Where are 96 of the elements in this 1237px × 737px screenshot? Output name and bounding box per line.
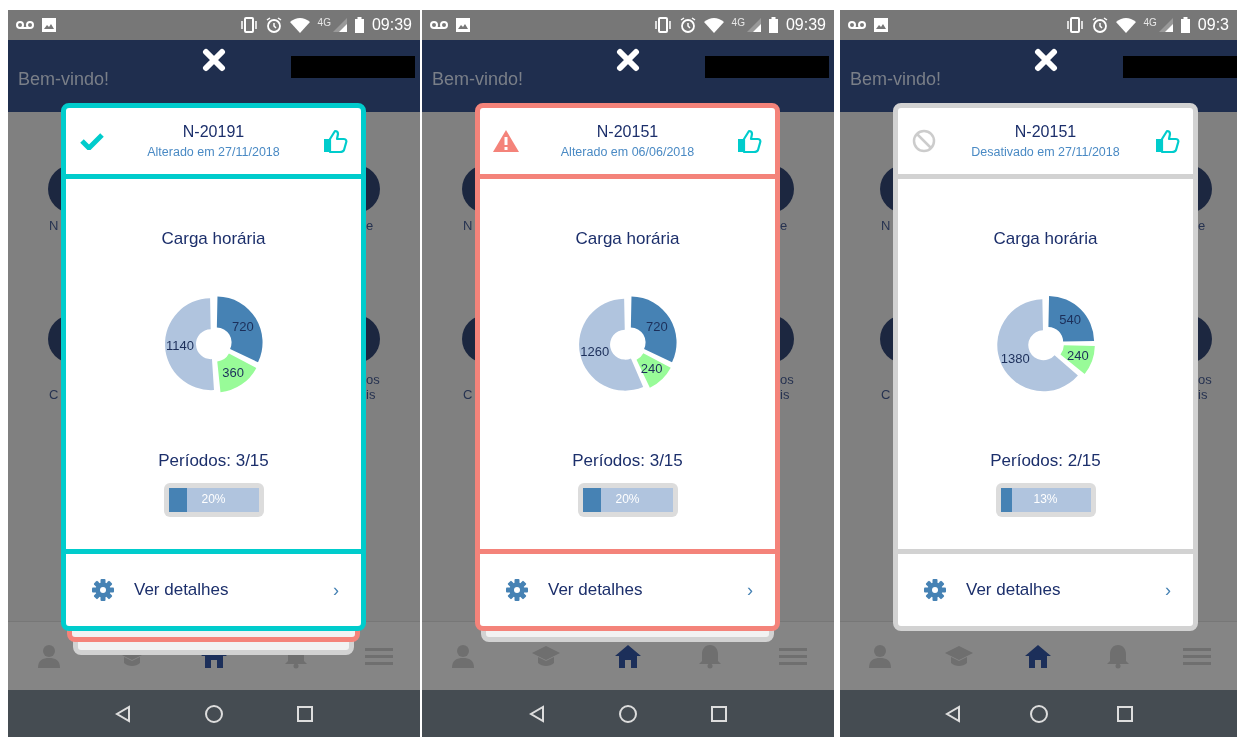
back-icon[interactable] xyxy=(115,704,131,723)
voicemail-icon xyxy=(848,20,866,30)
image-icon xyxy=(42,18,56,32)
course-code: N-20151 xyxy=(1014,123,1077,141)
chart-title: Carga horária xyxy=(575,229,680,249)
slice-value: 240 xyxy=(640,361,662,377)
slice-value: 720 xyxy=(645,318,668,334)
tile-label: is xyxy=(1198,387,1208,402)
tile-label: os xyxy=(1198,372,1212,387)
vibrate-icon xyxy=(239,17,258,33)
home-circle-icon[interactable] xyxy=(619,704,637,723)
close-icon[interactable] xyxy=(202,48,226,72)
welcome-title: Bem-vindo! xyxy=(850,68,942,90)
clock-time: 09:3 xyxy=(1197,16,1229,34)
details-link[interactable]: Ver detalhes › xyxy=(898,554,1193,626)
tile-label: is xyxy=(366,387,376,402)
thumbs-up-icon[interactable] xyxy=(1154,128,1180,154)
course-code: N-20191 xyxy=(182,123,245,141)
tile-label: is xyxy=(780,387,790,402)
course-code: N-20151 xyxy=(596,123,659,141)
chevron-icon: › xyxy=(1165,579,1171,601)
periods-count: Períodos: 2/15 xyxy=(990,451,1101,471)
image-icon xyxy=(874,18,888,32)
clock-time: 09:39 xyxy=(785,16,826,34)
tile-label: N xyxy=(49,218,59,233)
back-icon[interactable] xyxy=(944,704,961,723)
details-link[interactable]: Ver detalhes › xyxy=(480,554,775,626)
slice-value: 720 xyxy=(231,318,254,334)
details-link[interactable]: Ver detalhes › xyxy=(66,554,361,626)
tile-label: e xyxy=(1198,218,1206,233)
prohibited-icon xyxy=(912,129,936,153)
slice-value: 540 xyxy=(1058,312,1081,328)
tile-label: C xyxy=(463,387,473,402)
tile-label: e xyxy=(366,218,374,233)
alarm-icon xyxy=(679,17,696,33)
tile-label: os xyxy=(366,372,380,387)
wifi-icon xyxy=(289,17,310,33)
progress-label: 20% xyxy=(614,492,641,506)
alarm-icon xyxy=(1091,17,1108,33)
network-type: 4G xyxy=(731,17,745,28)
thumbs-up-icon[interactable] xyxy=(736,128,762,154)
progress-label: 20% xyxy=(200,492,227,506)
home-circle-icon[interactable] xyxy=(205,704,223,723)
alarm-icon xyxy=(265,17,282,33)
check-icon xyxy=(80,132,104,150)
signal-icon xyxy=(1158,18,1173,32)
tile-label: os xyxy=(780,372,794,387)
chart-title: Carga horária xyxy=(161,229,266,249)
tile-label: e xyxy=(780,218,788,233)
clock-time: 09:39 xyxy=(371,16,412,34)
gear-icon xyxy=(506,579,528,601)
slice-value: 1140 xyxy=(165,337,194,353)
battery-icon xyxy=(354,17,364,33)
slice-value: 360 xyxy=(221,364,244,380)
slice-value: 240 xyxy=(1066,348,1089,364)
periods-count: Períodos: 3/15 xyxy=(572,451,683,471)
network-type: 4G xyxy=(1143,17,1157,28)
gear-icon xyxy=(924,579,946,601)
chevron-icon: › xyxy=(333,579,339,601)
signal-icon xyxy=(332,18,347,32)
periods-count: Períodos: 3/15 xyxy=(158,451,269,471)
recents-icon[interactable] xyxy=(1116,705,1133,722)
tile-label: N xyxy=(881,218,891,233)
image-icon xyxy=(456,18,470,32)
recents-icon[interactable] xyxy=(297,705,313,722)
updated-date: Desativado em 27/11/2018 xyxy=(971,145,1120,159)
tile-label: C xyxy=(49,387,59,402)
wifi-icon xyxy=(1115,17,1136,33)
updated-date: Alterado em 27/11/2018 xyxy=(147,145,280,159)
welcome-title: Bem-vindo! xyxy=(432,68,524,90)
wifi-icon xyxy=(703,17,724,33)
battery-icon xyxy=(1180,17,1190,33)
voicemail-icon xyxy=(430,20,448,30)
recents-icon[interactable] xyxy=(711,705,727,722)
vibrate-icon xyxy=(1065,17,1084,33)
welcome-title: Bem-vindo! xyxy=(18,68,110,90)
close-icon[interactable] xyxy=(616,48,640,72)
close-icon[interactable] xyxy=(1034,48,1058,72)
updated-date: Alterado em 06/06/2018 xyxy=(560,145,695,159)
gear-icon xyxy=(92,579,114,601)
voicemail-icon xyxy=(16,20,34,30)
home-circle-icon[interactable] xyxy=(1029,704,1048,723)
progress-label: 13% xyxy=(1032,492,1059,506)
slice-value: 1260 xyxy=(579,343,609,359)
back-icon[interactable] xyxy=(529,704,545,723)
signal-icon xyxy=(746,18,761,32)
tile-label: C xyxy=(881,387,891,402)
network-type: 4G xyxy=(317,17,331,28)
warning-icon xyxy=(492,129,520,153)
chart-title: Carga horária xyxy=(993,229,1098,249)
thumbs-up-icon[interactable] xyxy=(322,128,348,154)
slice-value: 1380 xyxy=(1000,350,1030,366)
tile-label: N xyxy=(463,218,473,233)
chevron-icon: › xyxy=(747,579,753,601)
battery-icon xyxy=(768,17,778,33)
vibrate-icon xyxy=(653,17,672,33)
